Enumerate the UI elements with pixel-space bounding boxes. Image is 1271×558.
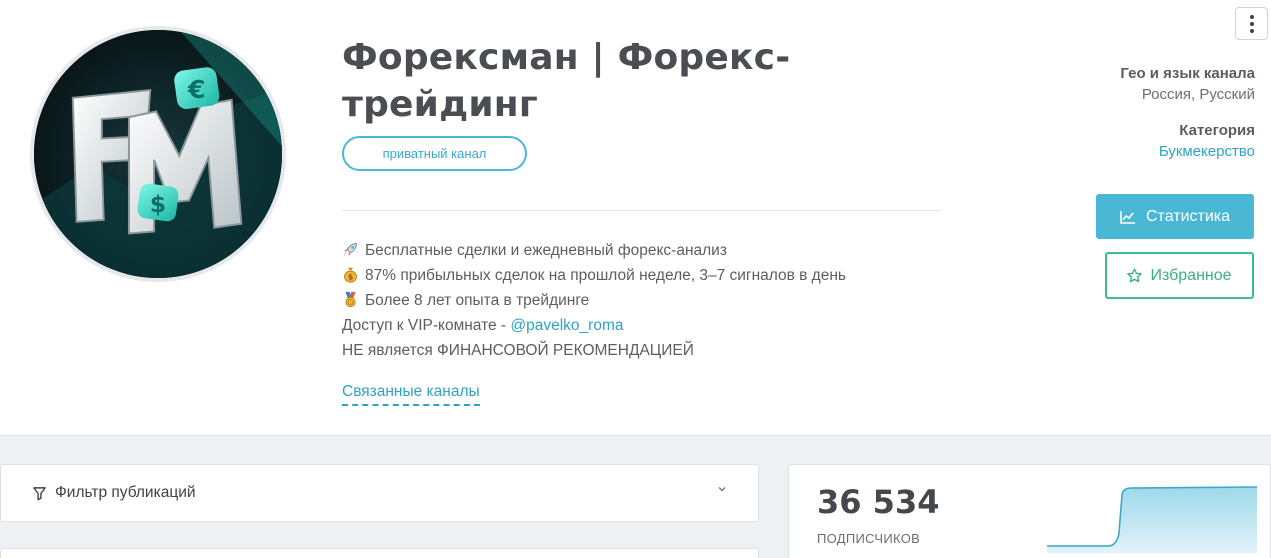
statistics-button[interactable]: Статистика	[1096, 194, 1254, 239]
subscribers-card: 36 534 подписчиков	[788, 464, 1271, 558]
category-label: Категория	[1179, 122, 1255, 139]
posts-feed-card	[0, 548, 759, 558]
publication-filter-dropdown[interactable]: Фильтр публикаций	[0, 464, 759, 522]
geo-language-label: Гео и язык канала	[1120, 65, 1255, 82]
channel-header-card: € $ Форексман | Форекс-трейдинг приватны…	[0, 0, 1271, 436]
geo-language-value: Россия, Русский	[1141, 86, 1255, 103]
line-chart-icon	[1120, 210, 1135, 224]
rocket-emoji-icon	[343, 243, 357, 257]
svg-text:$: $	[348, 273, 353, 282]
description-text: Более 8 лет опыта в трейдинге	[365, 292, 590, 309]
chevron-down-icon	[718, 487, 726, 492]
channel-title: Форексман | Форекс-трейдинг	[342, 37, 791, 125]
category-value-link[interactable]: Букмекерство	[1159, 141, 1255, 162]
description-text: Бесплатные сделки и ежедневный форекс-ан…	[365, 242, 727, 259]
disclaimer-text: НЕ является ФИНАНСОВОЙ РЕКОМЕНДАЦИЕЙ	[342, 342, 694, 359]
description-line: Доступ к VIP-комнате - @pavelko_roma	[342, 313, 942, 338]
filter-label: Фильтр публикаций	[55, 484, 196, 501]
favorite-button-label: Избранное	[1150, 266, 1232, 284]
forexman-logo-icon: € $	[34, 30, 282, 278]
channel-avatar: € $	[30, 26, 286, 282]
geo-language-block: Гео и язык канала Россия, Русский	[1120, 64, 1255, 105]
description-line: $ 87% прибыльных сделок на прошлой недел…	[342, 263, 942, 288]
vertical-dots-icon	[1249, 28, 1254, 33]
vip-handle-link[interactable]: @pavelko_roma	[510, 317, 623, 334]
statistics-button-label: Статистика	[1145, 207, 1231, 225]
subscribers-label: подписчиков	[817, 531, 921, 546]
filter-icon	[33, 486, 46, 500]
private-channel-badge: приватный канал	[342, 136, 527, 171]
subscribers-sparkline	[1047, 486, 1257, 553]
vertical-dots-icon	[1249, 14, 1254, 19]
star-icon	[1127, 268, 1143, 283]
description-line: НЕ является ФИНАНСОВОЙ РЕКОМЕНДАЦИЕЙ	[342, 338, 942, 363]
subscribers-count: 36 534	[817, 483, 940, 521]
related-channels-link[interactable]: Связанные каналы	[342, 382, 480, 406]
svg-text:€: €	[187, 75, 206, 104]
more-options-button[interactable]	[1235, 7, 1268, 40]
vip-access-text: Доступ к VIP-комнате -	[342, 317, 511, 334]
description-text: 87% прибыльных сделок на прошлой неделе,…	[365, 267, 846, 284]
favorite-button[interactable]: Избранное	[1105, 252, 1254, 299]
description-line: Более 8 лет опыта в трейдинге	[342, 288, 942, 313]
vertical-dots-icon	[1249, 21, 1254, 26]
header-divider	[342, 210, 940, 211]
medal-emoji-icon	[345, 291, 356, 308]
money-bag-emoji-icon: $	[344, 267, 357, 283]
svg-text:$: $	[150, 191, 166, 218]
description-line: Бесплатные сделки и ежедневный форекс-ан…	[342, 238, 942, 263]
channel-description: Бесплатные сделки и ежедневный форекс-ан…	[342, 238, 942, 363]
category-block: Категория Букмекерство	[1159, 121, 1255, 162]
